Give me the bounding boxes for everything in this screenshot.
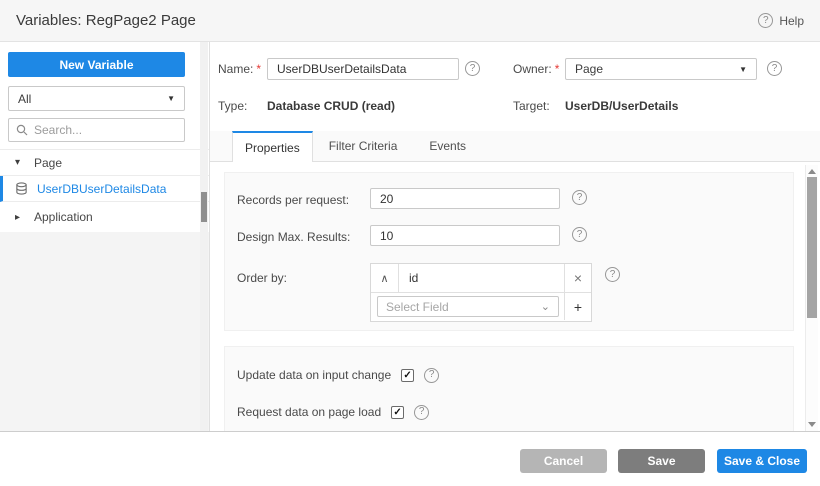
owner-value: Page	[575, 62, 603, 76]
owner-help-icon[interactable]: ?	[767, 61, 782, 76]
update-data-label: Update data on input change	[237, 368, 391, 382]
remove-order-field-button[interactable]: ×	[564, 264, 591, 293]
records-per-request-input[interactable]	[370, 188, 560, 209]
owner-label: Owner:*	[513, 58, 559, 80]
variables-sidebar: New Variable All ▼ ▾ Page	[0, 42, 210, 431]
sort-asc-icon: ∧	[380, 272, 388, 285]
close-icon: ×	[574, 270, 582, 286]
variable-filter-value: All	[18, 92, 31, 106]
plus-icon: +	[574, 299, 582, 315]
required-asterisk: *	[256, 62, 261, 76]
tab-events[interactable]: Events	[413, 131, 482, 161]
cancel-button[interactable]: Cancel	[520, 449, 607, 473]
sort-direction-toggle[interactable]: ∧	[371, 264, 399, 293]
order-by-select-wrap: Select Field ⌄	[371, 293, 564, 320]
target-value: UserDB/UserDetails	[565, 98, 678, 114]
tree-group-page[interactable]: ▾ Page	[0, 150, 209, 176]
sidebar-scrollbar-thumb[interactable]	[201, 192, 207, 222]
tree-group-label: Application	[34, 210, 93, 224]
sidebar-scrollbar[interactable]	[200, 42, 208, 431]
page-title: Variables: RegPage2 Page	[16, 0, 196, 41]
properties-section: Records per request: ? Design Max. Resul…	[224, 172, 794, 331]
type-label: Type:	[218, 98, 247, 114]
dialog-footer: Cancel Save Save & Close	[0, 431, 820, 486]
order-by-label: Order by:	[237, 268, 287, 288]
request-data-checkbox[interactable]: ✓	[391, 406, 404, 419]
variable-search[interactable]	[8, 118, 185, 142]
tab-properties[interactable]: Properties	[232, 131, 313, 162]
content-scrollbar[interactable]	[805, 165, 818, 431]
name-help-icon[interactable]: ?	[465, 61, 480, 76]
records-per-request-label: Records per request:	[237, 190, 349, 210]
tree-item-label: UserDBUserDetailsData	[37, 182, 166, 196]
help-link[interactable]: ? Help	[758, 0, 804, 41]
update-data-checkbox[interactable]: ✓	[401, 369, 414, 382]
request-data-label: Request data on page load	[237, 405, 381, 419]
help-icon: ?	[758, 13, 773, 28]
variable-detail-panel: Name:* ? Owner:* Page ▼ ? Type: Database…	[210, 42, 820, 431]
order-by-field-select[interactable]: Select Field ⌄	[377, 296, 559, 317]
type-value: Database CRUD (read)	[267, 98, 395, 114]
variables-dialog: Variables: RegPage2 Page ? Help New Vari…	[0, 0, 820, 486]
order-by-widget: ∧ id × Select Field ⌄ +	[370, 263, 592, 322]
target-label: Target:	[513, 98, 550, 114]
search-input[interactable]	[34, 123, 164, 137]
variable-filter-select[interactable]: All ▼	[8, 86, 185, 111]
behavior-section: Update data on input change ✓ ? Request …	[224, 346, 794, 431]
request-data-row: Request data on page load ✓ ?	[237, 403, 429, 421]
scroll-up-icon[interactable]	[808, 169, 816, 174]
update-data-help-icon[interactable]: ?	[424, 368, 439, 383]
name-label: Name:*	[218, 58, 261, 80]
sidebar-empty-area	[0, 232, 209, 431]
content-scrollbar-thumb[interactable]	[807, 177, 817, 318]
name-input[interactable]	[267, 58, 459, 80]
select-field-placeholder: Select Field	[386, 300, 449, 314]
dialog-header: Variables: RegPage2 Page ? Help	[0, 0, 820, 42]
tab-bar: Properties Filter Criteria Events	[210, 131, 820, 162]
records-per-request-help-icon[interactable]: ?	[572, 190, 587, 205]
tree-expanded-icon: ▾	[15, 157, 25, 168]
search-icon	[16, 124, 28, 136]
tree-group-application[interactable]: ▸ Application	[0, 202, 209, 233]
order-by-help-icon[interactable]: ?	[605, 267, 620, 282]
tab-filter-criteria[interactable]: Filter Criteria	[313, 131, 414, 161]
chevron-down-icon: ▼	[739, 65, 747, 74]
required-asterisk: *	[555, 62, 560, 76]
variable-tree: ▾ Page UserDBUserDetailsData ▸ Applicati…	[0, 149, 209, 233]
chevron-down-icon: ▼	[167, 94, 175, 103]
tree-item-userdbuserdetailsdata[interactable]: UserDBUserDetailsData	[0, 176, 209, 202]
tree-group-label: Page	[34, 156, 62, 170]
save-and-close-button[interactable]: Save & Close	[717, 449, 807, 473]
tree-collapsed-icon: ▸	[15, 212, 25, 223]
design-max-results-input[interactable]	[370, 225, 560, 246]
design-max-results-label: Design Max. Results:	[237, 227, 350, 247]
order-by-field-value: id	[399, 264, 564, 293]
owner-select[interactable]: Page ▼	[565, 58, 757, 80]
database-variable-icon	[15, 182, 28, 195]
new-variable-button[interactable]: New Variable	[8, 52, 185, 77]
add-order-field-button[interactable]: +	[564, 293, 591, 320]
request-data-help-icon[interactable]: ?	[414, 405, 429, 420]
scroll-down-icon[interactable]	[808, 422, 816, 427]
save-button[interactable]: Save	[618, 449, 705, 473]
design-max-results-help-icon[interactable]: ?	[572, 227, 587, 242]
update-data-row: Update data on input change ✓ ?	[237, 366, 439, 384]
help-label: Help	[779, 14, 804, 28]
chevron-down-icon: ⌄	[541, 300, 550, 313]
